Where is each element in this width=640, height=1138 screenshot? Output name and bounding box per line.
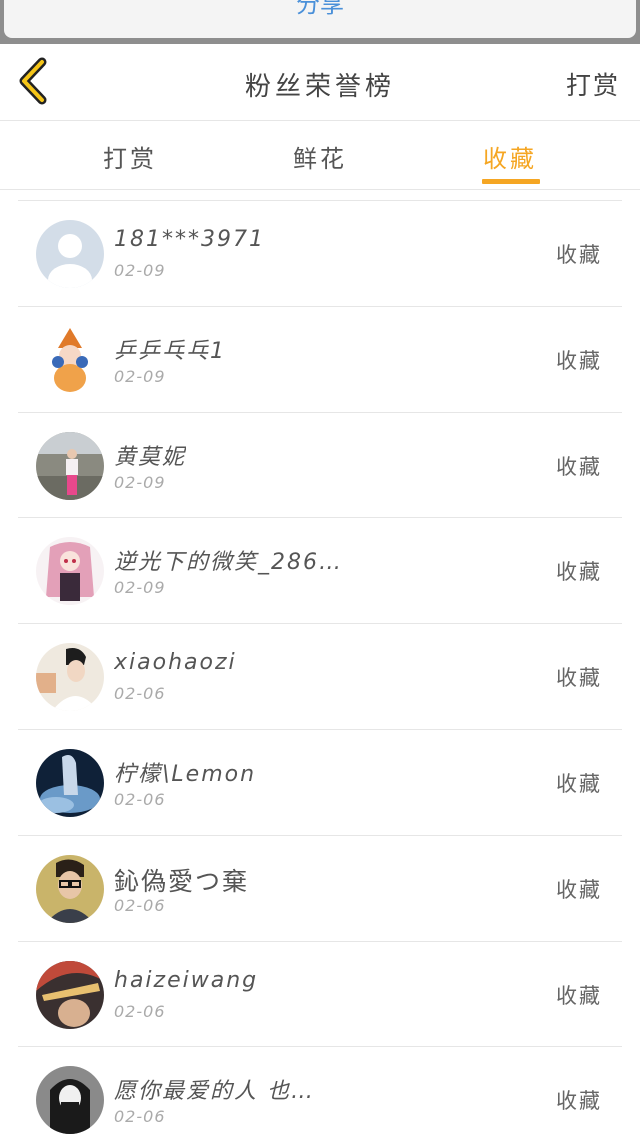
user-name: 逆光下的微笑_286… xyxy=(114,550,343,576)
active-tab-indicator xyxy=(482,179,540,184)
avatar xyxy=(36,220,104,288)
user-name: haizeiwang xyxy=(114,967,259,993)
date: 02-09 xyxy=(114,261,166,280)
tab-favorites[interactable]: 收藏 xyxy=(450,139,570,174)
avatar xyxy=(36,431,104,500)
avatar xyxy=(36,854,104,923)
list-item[interactable]: haizeiwang 02-06 收藏 xyxy=(18,942,622,1048)
share-button[interactable]: 分享 xyxy=(4,0,636,38)
action-label: 收藏 xyxy=(556,454,602,479)
list-item[interactable]: 逆光下的微笑_286… 02-09 收藏 xyxy=(18,518,622,625)
date: 02-06 xyxy=(114,684,166,704)
avatar xyxy=(36,960,104,1029)
top-strip: 分享 xyxy=(0,0,640,44)
avatar xyxy=(36,537,104,606)
tab-flowers[interactable]: 鲜花 xyxy=(260,139,380,174)
nav-bar: 粉丝荣誉榜 打赏 xyxy=(0,44,640,120)
list-item[interactable]: xiaohaozi 02-06 收藏 xyxy=(18,624,622,730)
list-item[interactable]: 柠檬\Lemon 02-06 收藏 xyxy=(18,730,622,836)
fan-list: 181***3971 02-09 收藏 乒乒乓乓1 02-09 收藏 黄莫妮 0… xyxy=(18,201,622,1138)
list-item[interactable]: 乒乒乓乓1 02-09 收藏 xyxy=(18,307,622,413)
user-name: xiaohaozi xyxy=(114,650,237,676)
avatar xyxy=(36,325,104,394)
tab-reward[interactable]: 打赏 xyxy=(70,139,190,174)
list-item[interactable]: 黄莫妮 02-09 收藏 xyxy=(18,413,622,519)
user-name: 柠檬\Lemon xyxy=(114,761,257,787)
avatar xyxy=(36,748,104,817)
list-item[interactable]: 鈊偽愛つ棄 02-06 收藏 xyxy=(18,836,622,942)
action-label: 收藏 xyxy=(556,243,602,267)
date: 02-06 xyxy=(114,1107,166,1127)
date: 02-06 xyxy=(114,895,166,915)
date: 02-09 xyxy=(114,472,166,492)
list-item[interactable]: 181***3971 02-09 收藏 xyxy=(18,201,622,307)
user-name: 黄莫妮 xyxy=(114,444,187,470)
action-label: 收藏 xyxy=(556,877,602,902)
action-label: 收藏 xyxy=(556,666,602,691)
user-name: 181***3971 xyxy=(114,227,265,252)
page-title: 粉丝荣誉榜 xyxy=(244,72,395,102)
date: 02-06 xyxy=(114,1001,166,1021)
action-label: 收藏 xyxy=(556,348,602,373)
avatar xyxy=(36,1066,104,1135)
date: 02-06 xyxy=(114,789,166,809)
date: 02-09 xyxy=(114,366,166,386)
date: 02-09 xyxy=(114,578,166,598)
avatar xyxy=(36,643,104,712)
reward-link[interactable]: 打赏 xyxy=(566,66,620,102)
user-name: 鈊偽愛つ棄 xyxy=(114,866,250,896)
action-label: 收藏 xyxy=(556,560,602,585)
list-item[interactable]: 愿你最爱的人 也… 02-06 收藏 xyxy=(18,1047,622,1138)
action-label: 收藏 xyxy=(556,1089,602,1114)
action-label: 收藏 xyxy=(556,983,602,1008)
user-name: 乒乒乓乓1 xyxy=(114,338,226,364)
tab-bar: 打赏 鲜花 收藏 xyxy=(0,120,640,190)
action-label: 收藏 xyxy=(556,771,602,796)
user-name: 愿你最爱的人 也… xyxy=(114,1079,315,1105)
